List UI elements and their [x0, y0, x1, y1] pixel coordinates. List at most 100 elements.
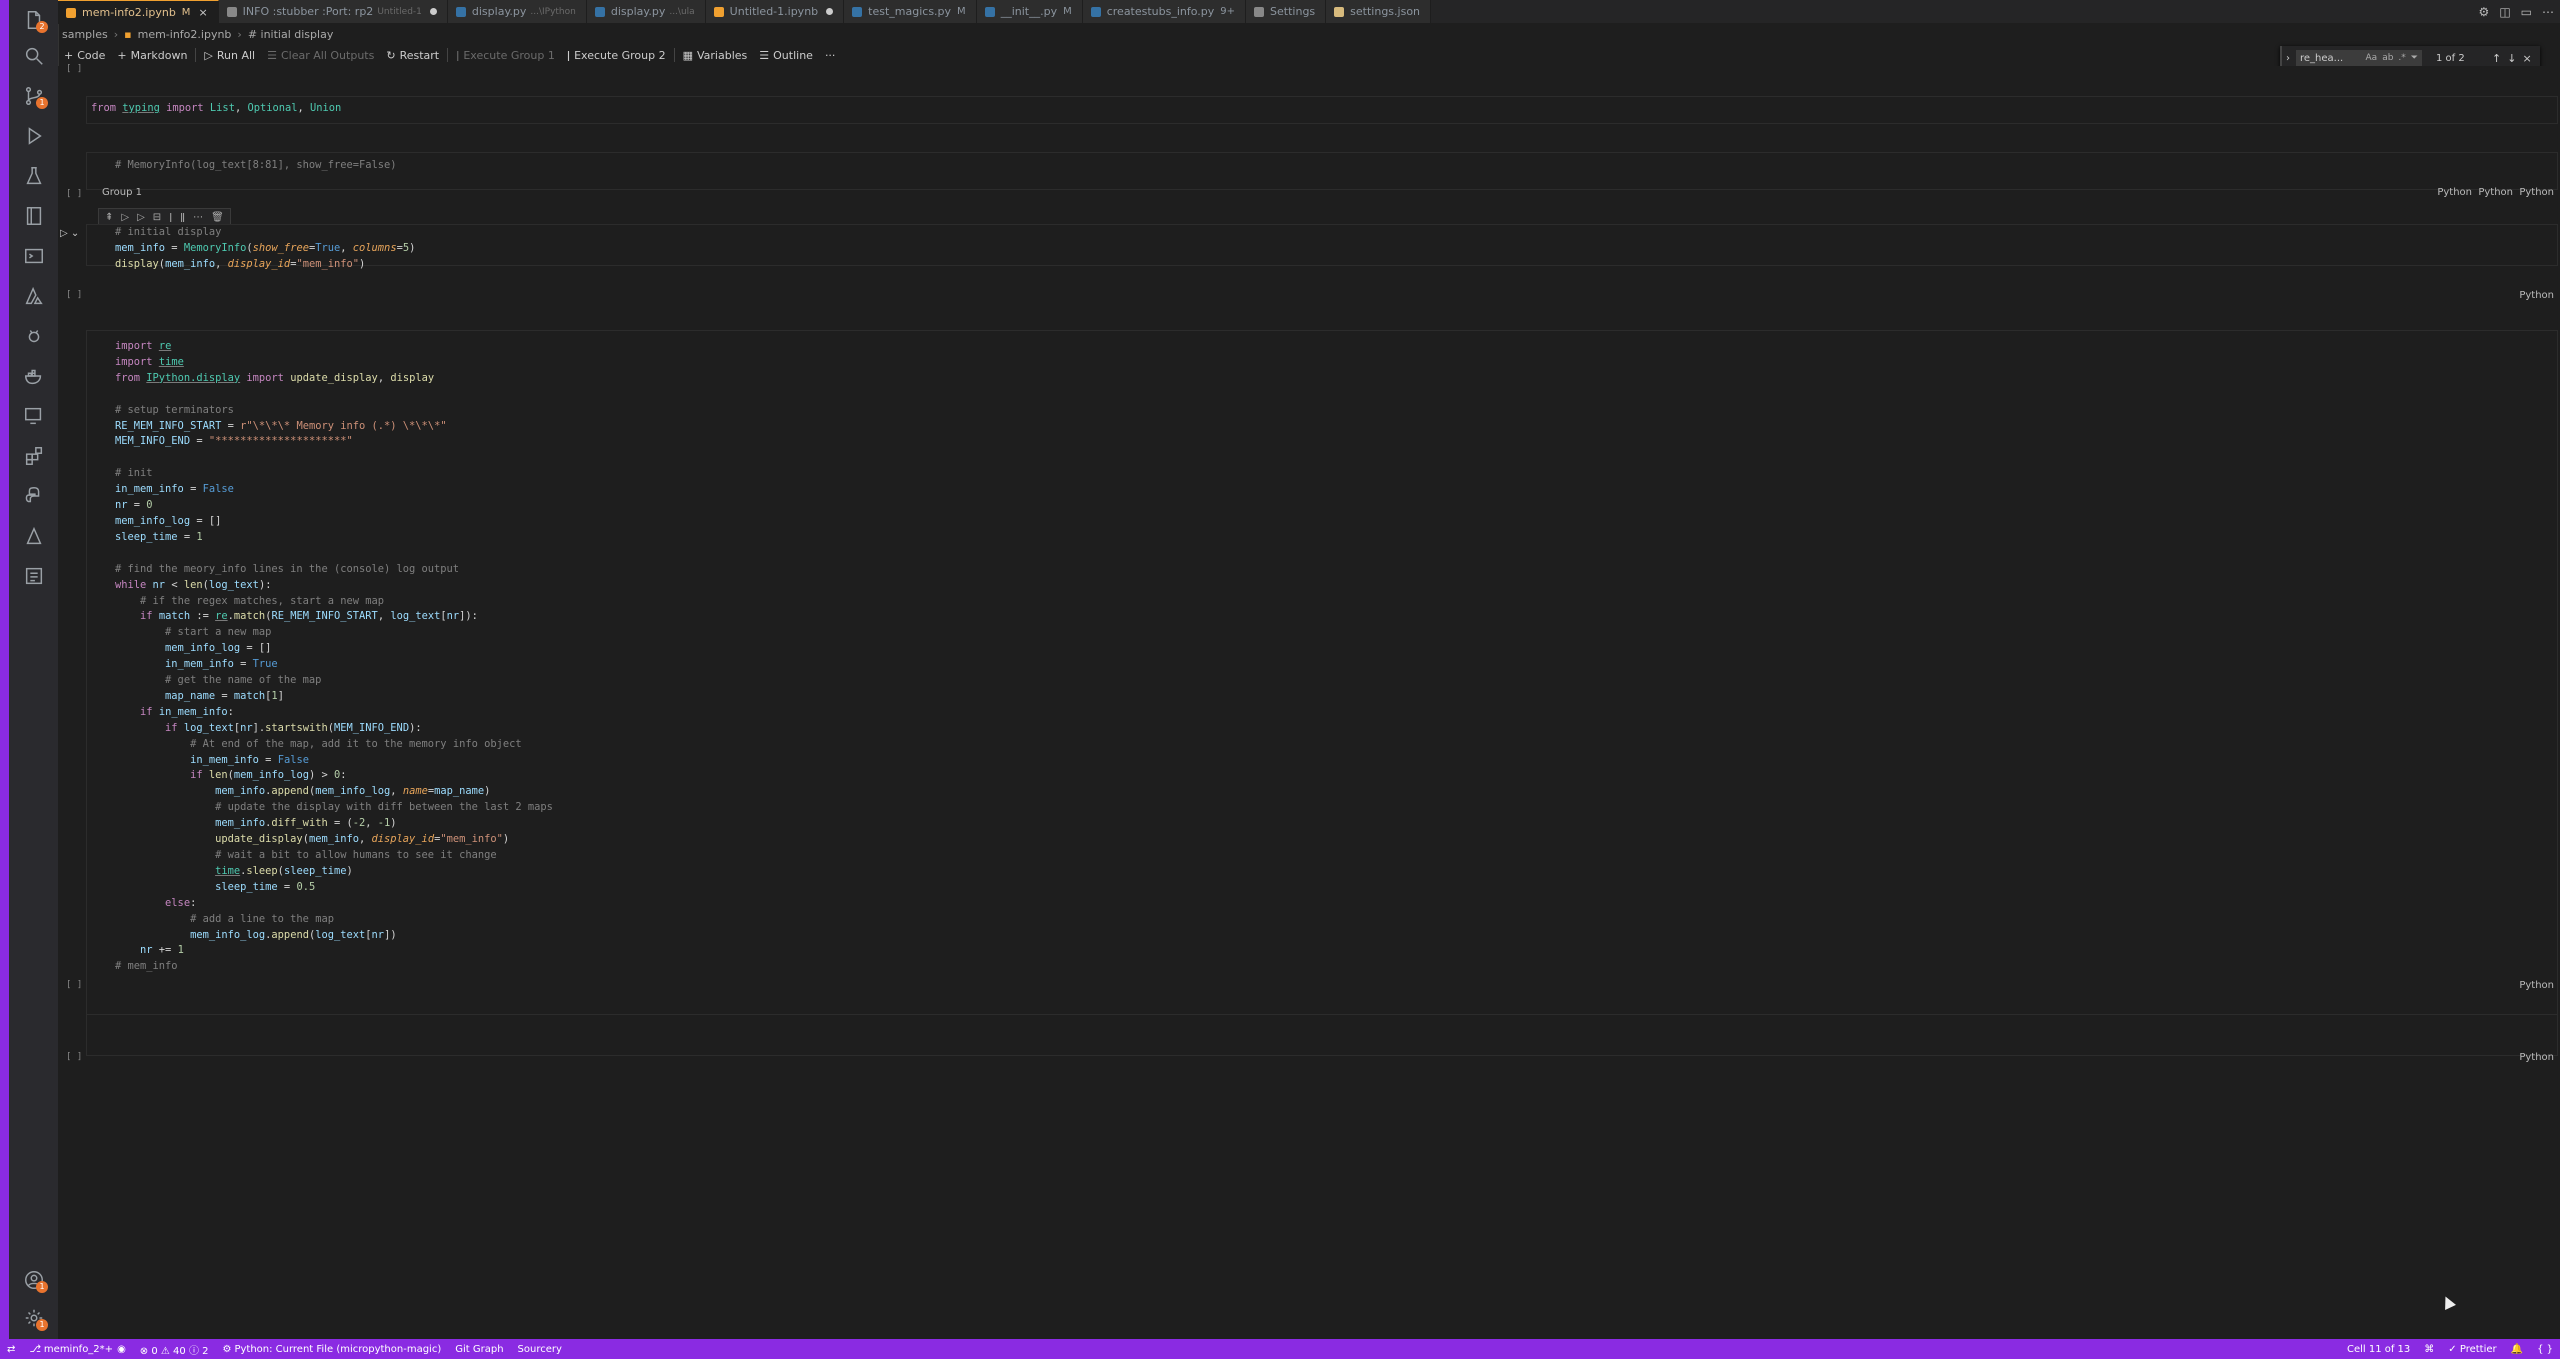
previous-match-icon[interactable]: ↑	[2492, 52, 2501, 65]
git-branch[interactable]: ⎇ meminfo_2*+ ◉	[22, 1344, 132, 1355]
clear-all-outputs-button[interactable]: ☰ Clear All Outputs	[261, 45, 380, 65]
sourcery-button[interactable]: Sourcery	[511, 1344, 569, 1355]
run-above-icon[interactable]: ⇞	[105, 212, 113, 223]
python-interpreter[interactable]: ⚙ Python: Current File (micropython-magic…	[215, 1344, 448, 1355]
delete-cell-icon[interactable]: 🗑	[211, 212, 224, 223]
close-icon[interactable]: ×	[2522, 52, 2531, 65]
prettier-status[interactable]: ✓ Prettier	[2441, 1344, 2503, 1355]
cell-source[interactable]: # initial display mem_info = MemoryInfo(…	[115, 225, 415, 273]
editor-tab[interactable]: display.py ...\IPython	[447, 0, 587, 23]
cell-source[interactable]: import re import time from IPython.displ…	[115, 339, 553, 975]
variables-button[interactable]: ▦ Variables	[677, 45, 754, 65]
split-editor-icon[interactable]: ◫	[2499, 5, 2510, 19]
regex-icon[interactable]: .*	[2398, 53, 2405, 63]
find-input[interactable]: re_hea... Aa ab .* ⏷	[2296, 50, 2422, 66]
toolbar-divider	[447, 48, 449, 62]
run-cell-icon[interactable]: ▷	[121, 212, 129, 223]
restart-button[interactable]: ↻ Restart	[380, 45, 445, 65]
more-actions-icon[interactable]: ⋯	[2542, 5, 2554, 19]
run-below-icon[interactable]: ▷	[137, 212, 145, 223]
docker-icon[interactable]	[9, 358, 58, 394]
unsaved-dot-icon[interactable]	[429, 8, 437, 15]
terminal-icon[interactable]	[9, 238, 58, 274]
search-icon[interactable]	[9, 38, 58, 74]
notebook-icon[interactable]	[9, 198, 58, 234]
accounts-icon[interactable]: 1	[9, 1262, 58, 1298]
source-control-icon[interactable]: 1	[9, 78, 58, 114]
editor-tab[interactable]: INFO :stubber :Port: rp2 Untitled-1	[218, 0, 448, 23]
micropython-icon[interactable]	[9, 518, 58, 554]
cell-language-label[interactable]: Python	[2437, 187, 2472, 198]
split-cell-icon[interactable]: ⊟	[153, 212, 161, 223]
execute-group-icon[interactable]: ǀ	[169, 212, 172, 223]
editor-tab[interactable]: test_magics.py M	[844, 0, 977, 23]
editor-actions: ⚙ ◫ ▭ ⋯	[2479, 0, 2560, 23]
editor-tab[interactable]: createstubs_info.py 9+	[1082, 0, 1247, 23]
settings-gear-icon[interactable]: ⚙	[2479, 5, 2490, 19]
explorer-icon[interactable]: 2	[9, 2, 58, 38]
code-cell-empty[interactable]	[86, 1014, 2558, 1056]
breadcrumb-item[interactable]: samples	[62, 28, 108, 41]
editor-tab[interactable]: Untitled-1.ipynb	[705, 0, 845, 23]
cell-language-label[interactable]: Python	[2519, 1052, 2554, 1063]
remote-explorer-icon[interactable]	[9, 398, 58, 434]
code-cell[interactable]: # MemoryInfo(log_text[8:81], show_free=F…	[86, 152, 2558, 190]
execution-count: [ ]	[66, 64, 83, 74]
cell-language-label[interactable]: Python	[2519, 980, 2554, 991]
cell-language-label[interactable]: Python	[2478, 187, 2513, 198]
close-icon[interactable]: ×	[198, 6, 207, 19]
reader-icon[interactable]	[9, 558, 58, 594]
layout-icon[interactable]: ▭	[2521, 5, 2532, 19]
azure-icon[interactable]	[9, 278, 58, 314]
group-cells-icon[interactable]: ǁ	[180, 212, 185, 223]
editor-tab[interactable]: display.py ...\ula	[586, 0, 706, 23]
remote-indicator[interactable]: ⇄	[0, 1344, 22, 1355]
cell-source[interactable]: # MemoryInfo(log_text[8:81], show_free=F…	[115, 158, 397, 174]
tab-git-status: M	[957, 6, 966, 17]
cell-language-label[interactable]: Python	[2519, 290, 2554, 301]
editor-tab[interactable]: settings.json	[1326, 0, 1432, 23]
python-icon[interactable]	[9, 478, 58, 514]
outline-button[interactable]: ☰ Outline	[753, 45, 819, 65]
code-cell[interactable]: from typing import List, Optional, Union	[86, 96, 2558, 124]
match-case-icon[interactable]: Aa	[2366, 53, 2378, 63]
extensions-icon[interactable]	[9, 438, 58, 474]
tab-git-status: M	[1063, 6, 1072, 17]
execute-group-1-button[interactable]: ǀ Execute Group 1	[450, 45, 561, 65]
run-debug-icon[interactable]	[9, 118, 58, 154]
editor-tab[interactable]: Settings	[1246, 0, 1327, 23]
cell-language-label[interactable]: Python	[2519, 187, 2554, 198]
code-cell-focused[interactable]: # initial display mem_info = MemoryInfo(…	[86, 224, 2558, 270]
unsaved-dot-icon[interactable]	[826, 8, 834, 15]
manage-gear-icon[interactable]: 1	[9, 1300, 58, 1336]
toolbar-divider	[195, 48, 197, 62]
testing-icon[interactable]	[9, 158, 58, 194]
cell-position[interactable]: Cell 11 of 13	[2340, 1344, 2417, 1355]
tab-label: test_magics.py	[868, 5, 952, 18]
next-match-icon[interactable]: ↓	[2507, 52, 2516, 65]
feedback-icon[interactable]: { }	[2530, 1344, 2560, 1355]
toggle-replace-icon[interactable]: ›	[2286, 53, 2290, 64]
editor-tab[interactable]: mem-info2.ipynb M ×	[58, 0, 219, 24]
run-cell-button[interactable]: ▷ ⌄	[60, 228, 79, 239]
run-all-button[interactable]: ▷ Run All	[198, 45, 261, 65]
copilot-icon[interactable]: ⌘	[2417, 1344, 2441, 1355]
execute-group-2-button[interactable]: ǀ Execute Group 2	[561, 45, 672, 65]
git-graph-button[interactable]: Git Graph	[448, 1344, 510, 1355]
notifications-icon[interactable]: 🔔	[2504, 1344, 2530, 1355]
editor-tab[interactable]: __init__.py M	[976, 0, 1083, 23]
file-type-icon	[1254, 6, 1265, 17]
more-icon[interactable]: ⋯	[193, 212, 203, 223]
problems-indicator[interactable]: ⊗ 0 ⚠ 40 ⓘ 2	[133, 1342, 216, 1357]
whole-word-icon[interactable]: ab	[2382, 53, 2393, 63]
code-cell[interactable]: import re import time from IPython.displ…	[86, 330, 2558, 1044]
toolbar-more-button[interactable]: ···	[819, 45, 842, 65]
chevron-right-icon: ›	[237, 27, 242, 41]
add-code-cell-button[interactable]: + Code	[58, 45, 111, 65]
extension-bug-icon[interactable]	[9, 318, 58, 354]
filter-icon[interactable]: ⏷	[2411, 53, 2418, 63]
cell-source[interactable]: from typing import List, Optional, Union	[91, 101, 341, 117]
breadcrumb-item[interactable]: # initial display	[248, 28, 334, 41]
add-markdown-cell-button[interactable]: + Markdown	[111, 45, 193, 65]
breadcrumb-item[interactable]: mem-info2.ipynb	[138, 28, 232, 41]
